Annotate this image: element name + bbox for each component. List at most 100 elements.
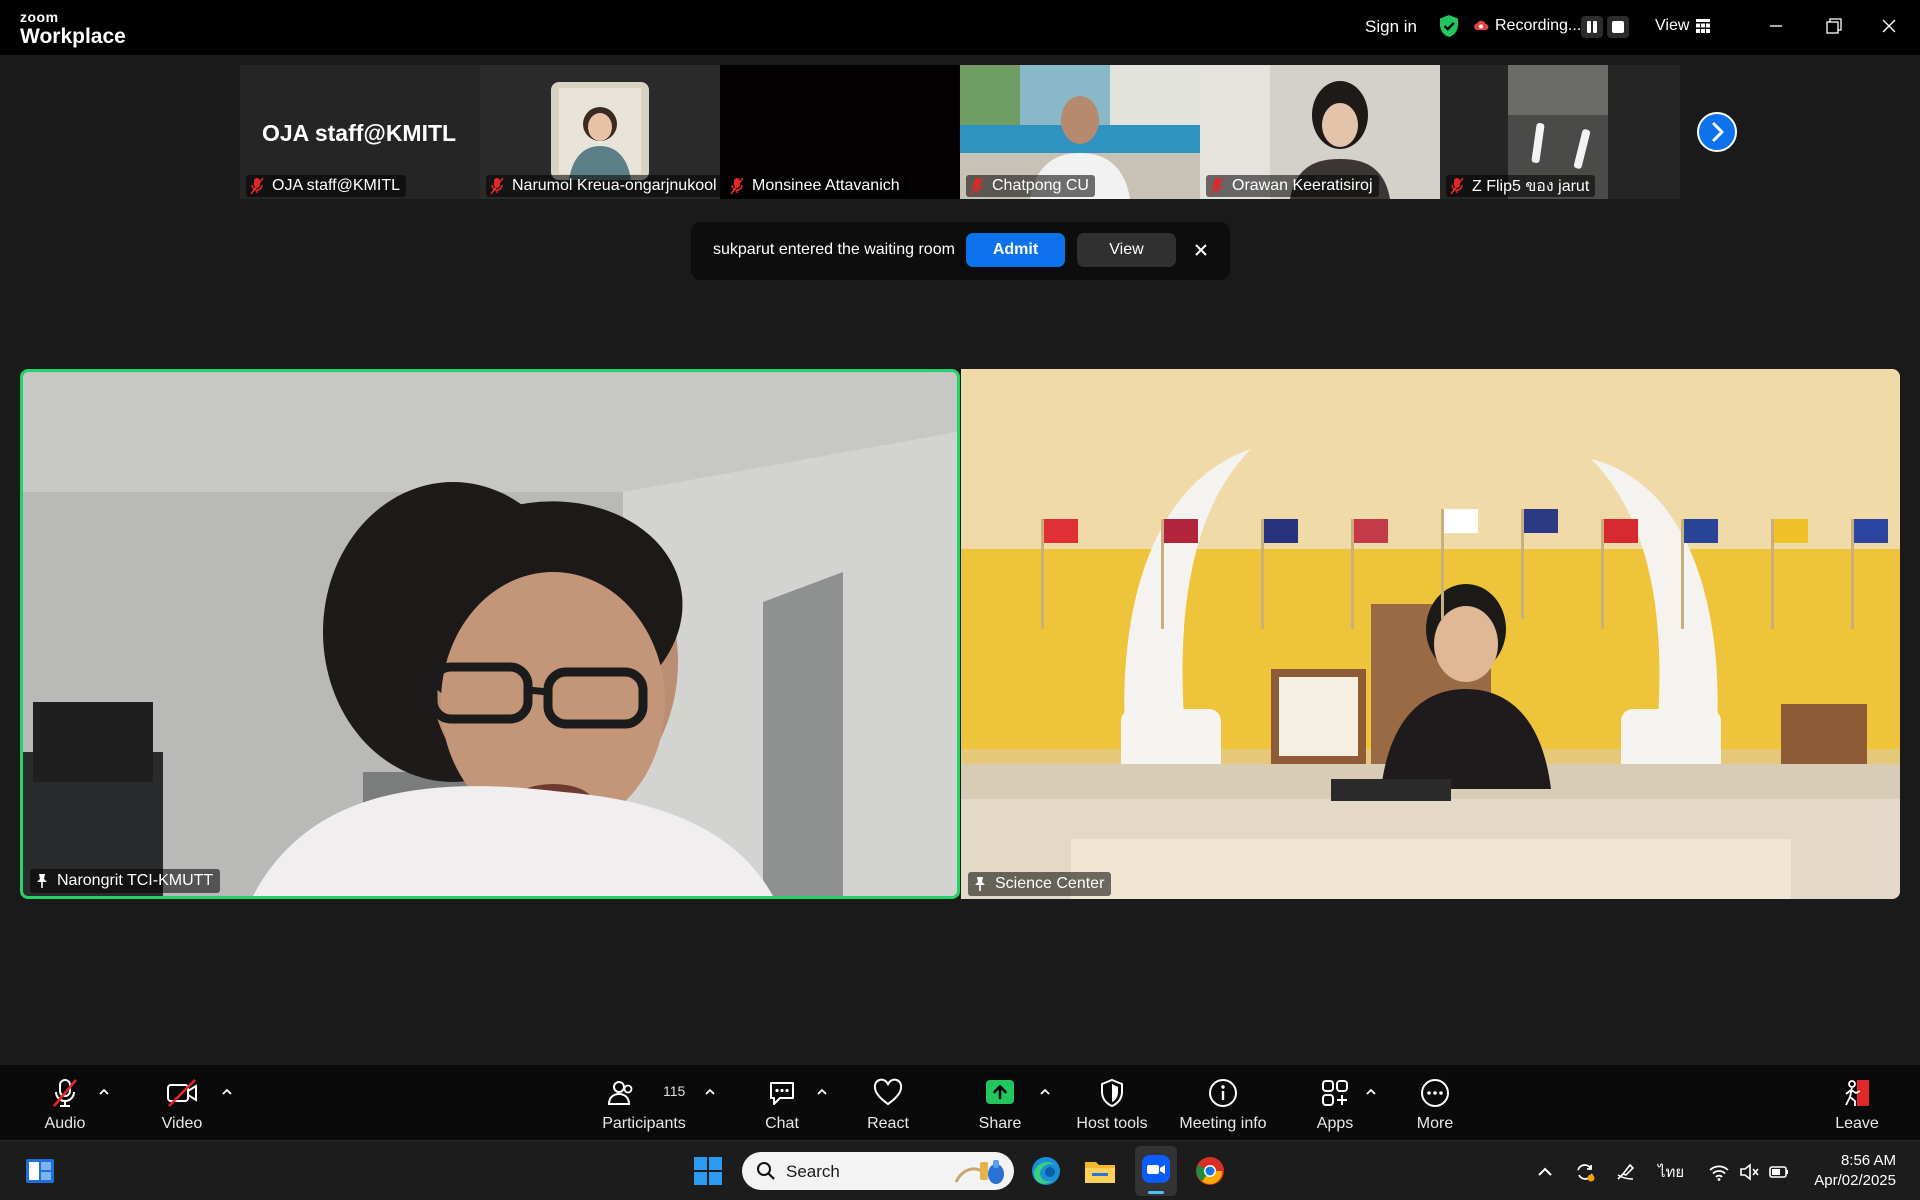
- logo-bottom-text: Workplace: [20, 25, 126, 48]
- edge-browser-icon[interactable]: [1028, 1153, 1064, 1189]
- sync-status-icon[interactable]: [1574, 1161, 1596, 1183]
- thumbnail-tile[interactable]: Narumol Kreua-ongarjnukool: [480, 65, 720, 199]
- recording-status: Recording...: [1495, 17, 1582, 34]
- muted-mic-icon: [730, 177, 744, 195]
- apps-options-caret-icon[interactable]: [1364, 1087, 1378, 1097]
- clock-time: 8:56 AM: [1840, 1152, 1896, 1169]
- host-tools-button[interactable]: Host tools: [1057, 1077, 1167, 1135]
- react-label: React: [867, 1115, 909, 1132]
- zoom-app-icon: [1142, 1155, 1170, 1183]
- wifi-icon[interactable]: [1708, 1161, 1730, 1183]
- admit-button[interactable]: Admit: [966, 233, 1065, 267]
- restore-icon[interactable]: [1815, 10, 1851, 42]
- cloud-recording-icon: [1474, 20, 1489, 30]
- next-page-button[interactable]: [1697, 112, 1737, 152]
- muted-mic-icon: [490, 177, 504, 195]
- react-button[interactable]: React: [833, 1077, 943, 1135]
- stop-recording-button[interactable]: [1607, 16, 1629, 38]
- audio-options-caret-icon[interactable]: [97, 1087, 111, 1097]
- encryption-shield-icon[interactable]: [1437, 14, 1461, 38]
- widgets-icon[interactable]: [22, 1153, 58, 1189]
- sign-in-link[interactable]: Sign in: [1365, 17, 1417, 37]
- chevron-up-icon[interactable]: [1534, 1161, 1556, 1183]
- more-icon: [1421, 1079, 1449, 1107]
- zoom-taskbar-button[interactable]: [1135, 1146, 1177, 1196]
- muted-mic-icon: [1450, 177, 1464, 195]
- minimize-icon[interactable]: [1758, 10, 1794, 42]
- chevron-right-icon: [1712, 122, 1724, 142]
- video-options-caret-icon[interactable]: [220, 1087, 234, 1097]
- thumbnail-name: Narumol Kreua-ongarjnukool: [512, 177, 717, 194]
- file-explorer-icon[interactable]: [1082, 1153, 1118, 1189]
- speaker-muted-icon[interactable]: [1738, 1161, 1760, 1183]
- heart-icon: [873, 1078, 903, 1106]
- thumbnail-name: OJA staff@KMITL: [272, 177, 400, 194]
- thumbnail-name: Chatpong CU: [992, 177, 1089, 194]
- leave-label: Leave: [1835, 1115, 1879, 1132]
- share-label: Share: [978, 1115, 1022, 1132]
- chat-icon: [770, 1082, 794, 1105]
- muted-mic-icon: [970, 177, 984, 195]
- title-bar: zoom Workplace Sign in Recording... View: [0, 0, 1920, 55]
- view-grid-icon[interactable]: [1696, 19, 1710, 33]
- thumbnail-name-label: Narumol Kreua-ongarjnukool: [486, 175, 720, 197]
- thumbnail-tile[interactable]: Z Flip5 ของ jarut: [1440, 65, 1680, 199]
- thumbnail-name: Monsinee Attavanich: [752, 177, 900, 194]
- close-window-icon[interactable]: [1871, 10, 1907, 42]
- pin-icon: [975, 877, 985, 891]
- thumbnail-name-label: Monsinee Attavanich: [726, 175, 906, 197]
- video-participant-name: Science Center: [995, 875, 1105, 892]
- participants-options-caret-icon[interactable]: [703, 1087, 717, 1097]
- video-name-label: Science Center: [968, 872, 1112, 896]
- more-button[interactable]: More: [1380, 1077, 1490, 1135]
- search-placeholder: Search: [786, 1162, 840, 1181]
- participants-count: 115: [663, 1083, 686, 1099]
- input-language-indicator[interactable]: ไทย: [1658, 1160, 1684, 1184]
- taskbar-clock[interactable]: 8:56 AM Apr/02/2025: [1806, 1151, 1896, 1191]
- participant-video-frame: [23, 372, 957, 896]
- more-label: More: [1416, 1115, 1454, 1132]
- clock-date: Apr/02/2025: [1814, 1172, 1896, 1189]
- thumbnail-tile[interactable]: Orawan Keeratisiroj: [1200, 65, 1440, 199]
- meeting-info-button[interactable]: Meeting info: [1168, 1077, 1278, 1135]
- chrome-browser-icon[interactable]: [1192, 1153, 1228, 1189]
- notification-text: sukparut entered the waiting room: [713, 241, 955, 258]
- apps-button[interactable]: Apps: [1280, 1077, 1390, 1135]
- thumbnail-tile[interactable]: Monsinee Attavanich: [720, 65, 960, 199]
- thumbnail-tile[interactable]: OJA staff@KMITL OJA staff@KMITL: [240, 65, 480, 199]
- logo-top-text: zoom: [20, 9, 59, 25]
- view-waiting-room-button[interactable]: View: [1077, 233, 1176, 267]
- video-button[interactable]: Video: [127, 1077, 237, 1135]
- video-name-label: Narongrit TCI-KMUTT: [30, 869, 221, 893]
- pause-recording-button[interactable]: [1581, 16, 1603, 38]
- pin-icon: [37, 874, 47, 888]
- host-tools-label: Host tools: [1076, 1115, 1148, 1132]
- participants-label: Participants: [602, 1115, 686, 1132]
- video-participant-name: Narongrit TCI-KMUTT: [57, 872, 214, 889]
- participant-video-frame: [961, 369, 1900, 899]
- share-button[interactable]: Share: [945, 1077, 1055, 1135]
- close-icon[interactable]: [1190, 239, 1212, 261]
- meeting-info-label: Meeting info: [1179, 1115, 1267, 1132]
- search-icon: [757, 1162, 775, 1180]
- audio-button[interactable]: Audio: [10, 1077, 120, 1135]
- location-pen-icon[interactable]: [1614, 1161, 1636, 1183]
- leave-door-icon: [1845, 1080, 1869, 1106]
- thumbnail-tile[interactable]: Chatpong CU: [960, 65, 1200, 199]
- battery-icon[interactable]: [1768, 1161, 1790, 1183]
- leave-button[interactable]: Leave: [1802, 1077, 1912, 1135]
- thumbnail-name-label: OJA staff@KMITL: [246, 175, 406, 197]
- apps-label: Apps: [1316, 1115, 1354, 1132]
- zoom-workplace-logo: zoom Workplace: [20, 10, 126, 47]
- windows-start-icon[interactable]: [690, 1153, 726, 1189]
- participant-video[interactable]: Science Center: [961, 369, 1900, 899]
- taskbar-search-box[interactable]: Search: [742, 1152, 1014, 1190]
- share-options-caret-icon[interactable]: [1038, 1087, 1052, 1097]
- thumbnail-name-label: Orawan Keeratisiroj: [1206, 175, 1379, 197]
- view-menu-button[interactable]: View: [1655, 17, 1689, 35]
- tile-name-text: OJA staff@KMITL: [262, 120, 457, 146]
- active-speaker-video[interactable]: Narongrit TCI-KMUTT: [20, 369, 960, 899]
- avatar-image-placeholder: [551, 82, 649, 180]
- chat-options-caret-icon[interactable]: [815, 1087, 829, 1097]
- chat-button[interactable]: Chat: [727, 1077, 837, 1135]
